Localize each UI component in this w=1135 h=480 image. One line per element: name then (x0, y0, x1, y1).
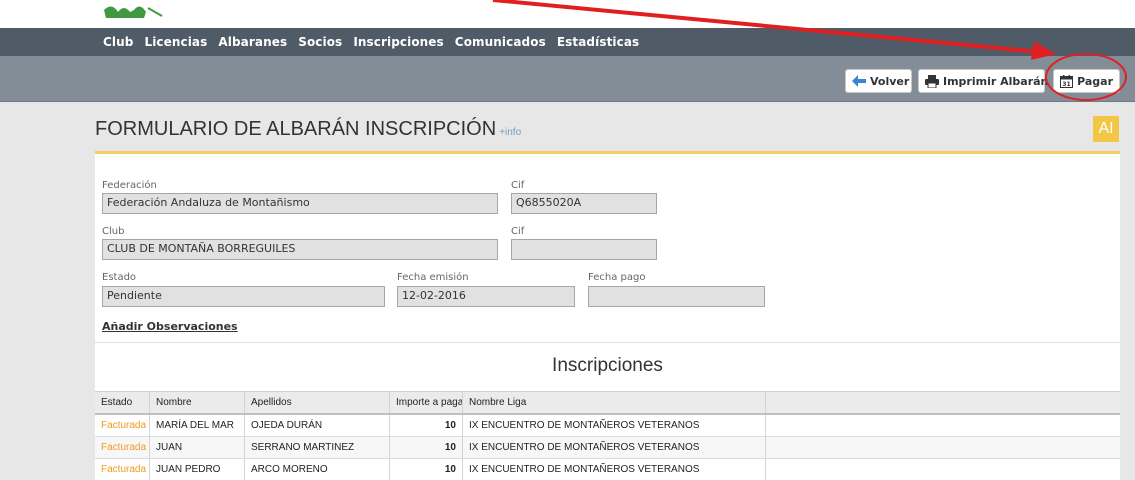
cell-importe: 10 (390, 415, 463, 436)
nav-item-socios[interactable]: Socios (298, 35, 342, 49)
nav-item-licencias[interactable]: Licencias (144, 35, 207, 49)
divider (95, 342, 1120, 343)
volver-button[interactable]: Volver (845, 69, 912, 93)
arrow-left-icon (852, 74, 866, 88)
cell-liga: IX ENCUENTRO DE MONTAÑEROS VETERANOS (463, 415, 766, 436)
pagar-button[interactable]: 31 Pagar (1053, 69, 1120, 93)
fecha-emision-field[interactable]: 12-02-2016 (397, 286, 575, 307)
inscripciones-grid: Estado Nombre Apellidos Importe a pagar … (95, 391, 1120, 480)
calendar-icon: 31 (1060, 74, 1074, 88)
club-label: Club (102, 226, 125, 237)
cell-empty (766, 415, 1120, 436)
cell-nombre: MARÍA DEL MAR (150, 415, 245, 436)
cell-liga: IX ENCUENTRO DE MONTAÑEROS VETERANOS (463, 437, 766, 458)
imprimir-albaran-button[interactable]: Imprimir Albarán (918, 69, 1049, 93)
estado-label: Estado (102, 272, 137, 283)
svg-text:31: 31 (1062, 81, 1070, 88)
anadir-observaciones-link[interactable]: Añadir Observaciones (102, 320, 238, 333)
column-header-empty (766, 392, 1120, 413)
federacion-field[interactable]: Federación Andaluza de Montañismo (102, 193, 498, 214)
nav-item-inscripciones[interactable]: Inscripciones (353, 35, 443, 49)
cell-estado: Facturada (95, 459, 150, 480)
fecha-pago-label: Fecha pago (588, 272, 646, 283)
federacion-label: Federación (102, 180, 157, 191)
grid-header: Estado Nombre Apellidos Importe a pagar … (95, 391, 1120, 415)
cell-importe: 10 (390, 459, 463, 480)
cell-empty (766, 437, 1120, 458)
cell-importe: 10 (390, 437, 463, 458)
fecha-emision-label: Fecha emisión (397, 272, 469, 283)
cell-estado: Facturada (95, 437, 150, 458)
column-header-importe[interactable]: Importe a pagar (390, 392, 463, 413)
nav-item-comunicados[interactable]: Comunicados (455, 35, 546, 49)
toolbar: Volver Imprimir Albarán 31 Pagar (0, 56, 1135, 102)
header-strip (0, 0, 1135, 28)
cell-apellidos: SERRANO MARTINEZ (245, 437, 390, 458)
table-row[interactable]: Facturada MARÍA DEL MAR OJEDA DURÁN 10 I… (95, 415, 1120, 437)
fecha-pago-field[interactable] (588, 286, 765, 307)
column-header-estado[interactable]: Estado (95, 392, 150, 413)
cell-nombre: JUAN PEDRO (150, 459, 245, 480)
cell-liga: IX ENCUENTRO DE MONTAÑEROS VETERANOS (463, 459, 766, 480)
printer-icon (925, 74, 939, 88)
nav-item-albaranes[interactable]: Albaranes (218, 35, 287, 49)
imprimir-label: Imprimir Albarán (943, 74, 1049, 88)
cell-apellidos: OJEDA DURÁN (245, 415, 390, 436)
cell-apellidos: ARCO MORENO (245, 459, 390, 480)
column-header-liga[interactable]: Nombre Liga (463, 392, 766, 413)
cif-club-field[interactable] (511, 239, 657, 260)
estado-field[interactable]: Pendiente (102, 286, 385, 307)
cell-estado: Facturada (95, 415, 150, 436)
cell-empty (766, 459, 1120, 480)
logo-icon (104, 6, 163, 18)
table-row[interactable]: Facturada JUAN PEDRO ARCO MORENO 10 IX E… (95, 459, 1120, 480)
main-nav: Club Licencias Albaranes Socios Inscripcione… (0, 28, 1135, 56)
club-field[interactable]: CLUB DE MONTAÑA BORREGUILES (102, 239, 498, 260)
albaran-form-panel: Federación Federación Andaluza de Montañ… (95, 151, 1120, 480)
cif-federacion-label: Cif (511, 180, 525, 191)
page-title-text: FORMULARIO DE ALBARÁN INSCRIPCIÓN (95, 118, 497, 140)
nav-items: Club Licencias Albaranes Socios Inscripcione… (103, 28, 639, 56)
cif-federacion-field[interactable]: Q6855020A (511, 193, 657, 214)
info-link[interactable]: +info (499, 127, 521, 138)
page-title: FORMULARIO DE ALBARÁN INSCRIPCIÓN +info (95, 118, 521, 141)
volver-label: Volver (870, 74, 910, 88)
inscripciones-title: Inscripciones (552, 355, 663, 376)
nav-item-club[interactable]: Club (103, 35, 133, 49)
pagar-label: Pagar (1077, 74, 1113, 88)
nav-item-estadisticas[interactable]: Estadísticas (557, 35, 639, 49)
cif-club-label: Cif (511, 226, 525, 237)
ai-badge: AI (1093, 116, 1119, 142)
column-header-nombre[interactable]: Nombre (150, 392, 245, 413)
table-row[interactable]: Facturada JUAN SERRANO MARTINEZ 10 IX EN… (95, 437, 1120, 459)
cell-nombre: JUAN (150, 437, 245, 458)
column-header-apellidos[interactable]: Apellidos (245, 392, 390, 413)
